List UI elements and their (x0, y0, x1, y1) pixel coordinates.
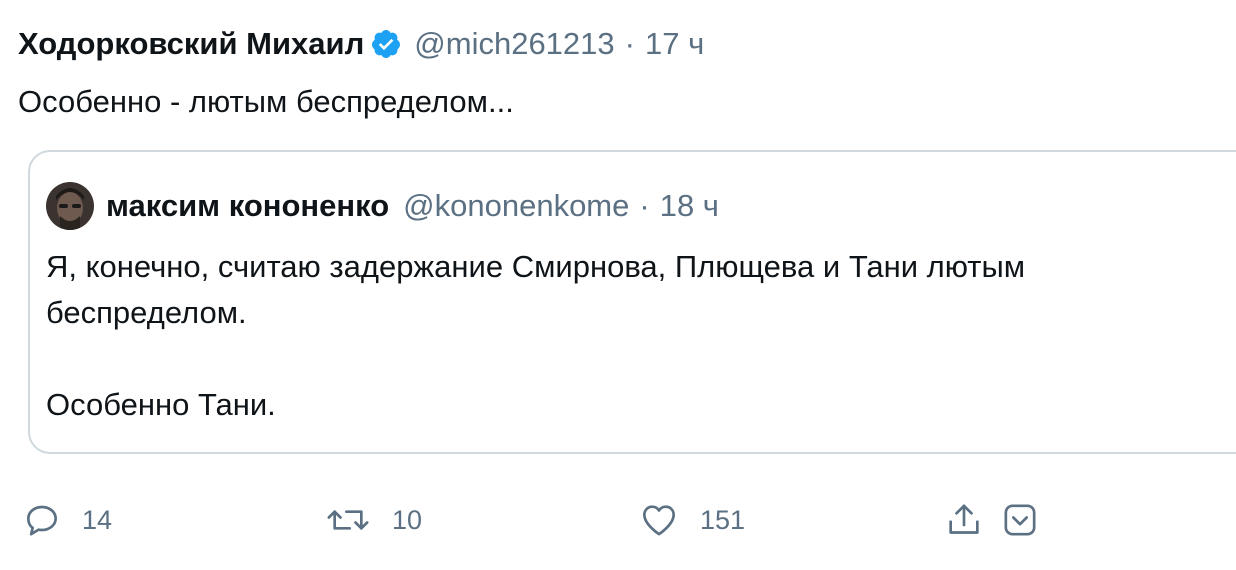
retweet-button[interactable]: 10 (324, 500, 422, 540)
reply-icon[interactable] (22, 500, 62, 540)
share-icon[interactable] (944, 500, 984, 540)
tweet[interactable]: Ходорковский Михаил @mich261213 · 17 ч О… (0, 0, 1236, 570)
author-name[interactable]: Ходорковский Михаил (18, 26, 364, 62)
reply-button[interactable]: 14 (22, 500, 112, 540)
quoted-tweet-text: Я, конечно, считаю задержание Смирнова, … (46, 244, 1025, 428)
quoted-timestamp[interactable]: 18 ч (660, 188, 719, 224)
retweet-icon[interactable] (324, 500, 372, 540)
timestamp[interactable]: 17 ч (645, 26, 704, 62)
like-count: 151 (700, 504, 746, 535)
reply-count: 14 (82, 504, 113, 535)
separator-dot: · (624, 26, 635, 61)
quoted-tweet[interactable]: максим кононенко @kononenkome · 18 ч Я, … (28, 150, 1236, 454)
quoted-text-blank-line (46, 336, 1025, 382)
author-handle[interactable]: @mich261213 (414, 26, 614, 62)
quoted-tweet-header: максим кононенко @kononenkome · 18 ч (46, 182, 719, 230)
like-button[interactable]: 151 (638, 500, 745, 540)
retweet-count: 10 (392, 504, 423, 535)
verified-badge-icon (370, 28, 402, 60)
quoted-text-line: Я, конечно, считаю задержание Смирнова, … (46, 249, 1026, 284)
action-bar: 14 10 151 (0, 500, 1236, 550)
heart-icon[interactable] (638, 500, 680, 540)
quoted-text-line: беспределом. (46, 295, 247, 330)
quoted-text-line: Особенно Тани. (46, 387, 276, 422)
quoted-author-name[interactable]: максим кононенко (106, 188, 389, 224)
tweet-text: Особенно - лютым беспределом... (18, 84, 514, 119)
tweet-header: Ходорковский Михаил @mich261213 · 17 ч (18, 26, 704, 62)
share-button[interactable] (944, 500, 984, 540)
separator-dot: · (639, 188, 650, 223)
chevron-down-icon[interactable] (1000, 500, 1040, 540)
more-button[interactable] (1000, 500, 1040, 540)
avatar[interactable] (46, 182, 94, 230)
quoted-author-handle[interactable]: @kononenkome (403, 188, 629, 224)
